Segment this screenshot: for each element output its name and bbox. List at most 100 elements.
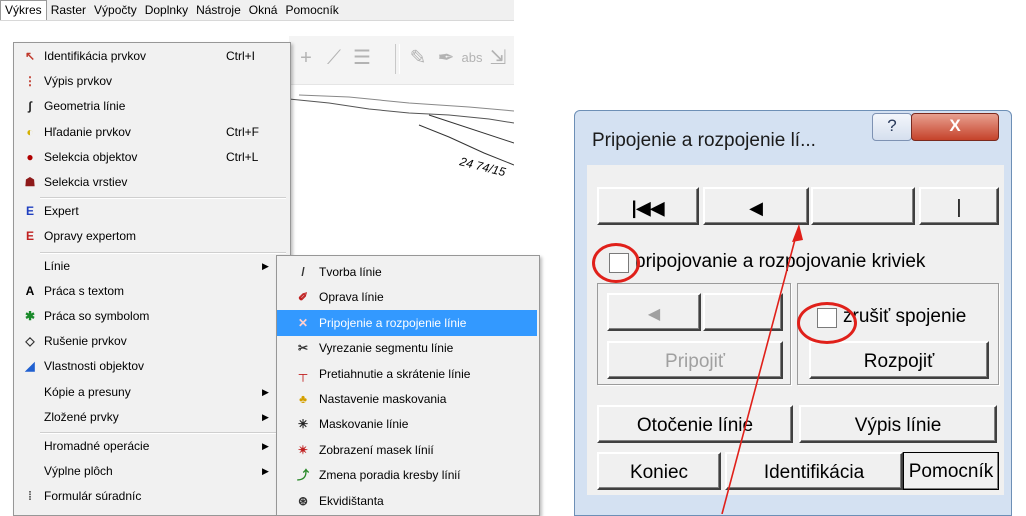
menu-separator bbox=[40, 197, 286, 200]
attach-prev-button[interactable]: ◀ bbox=[607, 293, 701, 331]
menu-item[interactable]: ☗ Selekcia vrstiev bbox=[14, 171, 288, 193]
menu-item[interactable]: Výplne plôch ▶ bbox=[14, 460, 288, 482]
menu-item[interactable]: ◐ Hľadanie prvkov Ctrl+F bbox=[14, 121, 288, 143]
menu-item-label: Práca so symbolom bbox=[44, 309, 150, 323]
repair-line-icon: ✐ bbox=[297, 290, 309, 305]
skip-start-icon: |◀◀ bbox=[631, 198, 665, 218]
submenu-item-label: Zmena poradia kresby línií bbox=[319, 468, 461, 483]
crosshair-tool-icon[interactable]: + bbox=[293, 44, 319, 72]
menu-item[interactable]: ⁞ Formulár súradníc bbox=[14, 485, 288, 507]
menu-item[interactable]: Línie ▶ bbox=[14, 255, 288, 277]
first-vertex-button[interactable]: |◀◀ bbox=[597, 187, 699, 225]
expert-repair-icon: E bbox=[25, 229, 34, 244]
layers-tool-icon[interactable]: ☰ bbox=[349, 44, 375, 72]
text-tool-icon[interactable]: abs bbox=[459, 44, 485, 72]
equidistant-icon: ⊛ bbox=[297, 493, 309, 508]
parcel-number-label: 24 74/15 bbox=[457, 154, 507, 179]
submenu-item-label: Maskovanie línie bbox=[319, 417, 409, 432]
next-vertex-button[interactable] bbox=[811, 187, 915, 225]
menu-separator bbox=[40, 432, 286, 434]
object-properties-icon: ◢ bbox=[25, 359, 35, 374]
menu-item[interactable]: ✱ Práca so symbolom bbox=[14, 305, 288, 327]
mask-settings-icon: ♣ bbox=[299, 392, 307, 406]
menu-item-label: Formulár súradníc bbox=[44, 489, 142, 504]
submenu-item[interactable]: ✐ Oprava línie bbox=[277, 284, 537, 310]
toolbar: + ⟋ ☰ ✎ ✒ abs ⇲ bbox=[289, 36, 514, 86]
coordinates-form-icon: ⁞ bbox=[28, 489, 32, 504]
submenu-item[interactable]: ⊛ Ekvidištanta bbox=[277, 488, 537, 514]
submenu-arrow-icon: ▶ bbox=[262, 386, 269, 397]
select-objects-icon: ● bbox=[26, 149, 34, 164]
toolbar-separator bbox=[395, 44, 400, 74]
menu-item[interactable]: E Expert bbox=[14, 200, 288, 222]
menu-1[interactable]: Raster bbox=[47, 1, 90, 19]
menu-item[interactable]: Zložené prvky ▶ bbox=[14, 406, 288, 428]
annotation-arrow bbox=[721, 224, 803, 514]
menu-item-label: Selekcia objektov bbox=[44, 149, 138, 164]
menu-item-label: Vlastnosti objektov bbox=[44, 359, 145, 374]
menu-item-label: Línie bbox=[44, 258, 71, 273]
menu-item[interactable]: ⋮ Výpis prvkov bbox=[14, 70, 288, 92]
submenu-item[interactable]: / Tvorba línie bbox=[277, 259, 537, 285]
submenu-arrow-icon: ▶ bbox=[262, 466, 269, 477]
eraser-icon: ◇ bbox=[25, 334, 35, 349]
annotation-circle bbox=[592, 243, 640, 283]
menu-item-label: Práca s textom bbox=[44, 283, 125, 298]
last-vertex-button[interactable]: | bbox=[919, 187, 999, 225]
menu-6[interactable]: Pomocník bbox=[281, 1, 342, 19]
help-button[interactable]: ? bbox=[872, 113, 912, 141]
menu-shortcut: Ctrl+F bbox=[226, 124, 259, 139]
submenu-item[interactable]: ⤴ Zmena poradia kresby línií bbox=[277, 462, 537, 488]
menu-item-label: Hromadné operácie bbox=[44, 439, 150, 453]
submenu-item[interactable]: ✂ Vyrezanie segmentu línie bbox=[277, 335, 537, 361]
submenu-item[interactable]: ✴ Zobrazení masek línií bbox=[277, 437, 537, 463]
menu-item[interactable]: A Práca s textom bbox=[14, 280, 288, 302]
submenu-item[interactable]: ✕ Pripojenie a rozpojenie línie bbox=[277, 309, 537, 336]
submenu-item-label: Oprava línie bbox=[319, 290, 384, 305]
connect-line-icon: ✕ bbox=[297, 315, 309, 330]
drawing-svg: 24 74/15 bbox=[288, 94, 515, 179]
menu-item-label: Výpis prvkov bbox=[44, 74, 113, 89]
drawing-canvas[interactable]: 24 74/15 bbox=[288, 84, 515, 255]
menu-2[interactable]: Výpočty bbox=[90, 1, 141, 19]
menu-4[interactable]: Nástroje bbox=[192, 1, 245, 19]
line-geometry-icon: ∫ bbox=[28, 99, 32, 114]
move-tool-icon[interactable]: ⇲ bbox=[485, 44, 511, 72]
menu-shortcut: Ctrl+I bbox=[226, 49, 256, 63]
arrow-left-icon: ◀ bbox=[647, 306, 661, 323]
menu-item[interactable]: Hromadné operácie ▶ bbox=[14, 435, 288, 457]
menu-item[interactable]: ∫ Geometria línie bbox=[14, 95, 288, 117]
menu-item[interactable]: ● Selekcia objektov Ctrl+L bbox=[14, 146, 288, 168]
pen-tool-icon[interactable]: ✒ bbox=[433, 44, 459, 72]
submenu-item-label: Pretiahnutie a skrátenie línie bbox=[319, 366, 471, 381]
menu-item-label: Zložené prvky bbox=[44, 409, 119, 424]
menu-item[interactable]: ↖ Identifikácia prvkov Ctrl+I bbox=[14, 45, 288, 67]
menu-item[interactable]: ◢ Vlastnosti objektov bbox=[14, 355, 288, 377]
menu-separator bbox=[40, 251, 286, 254]
hatch-tool-icon[interactable]: ⟋ bbox=[321, 44, 347, 72]
menu-3[interactable]: Doplnky bbox=[141, 1, 192, 19]
cancel-connection-label: zrušiť spojenie bbox=[843, 306, 967, 327]
edit-tool-icon[interactable]: ✎ bbox=[405, 44, 431, 72]
submenu-item[interactable]: ┬ Pretiahnutie a skrátenie línie bbox=[277, 361, 537, 387]
submenu-item[interactable]: ✳ Maskovanie línie bbox=[277, 411, 537, 437]
submenu-item-label: Zobrazení masek línií bbox=[319, 442, 434, 457]
list-icon: ⋮ bbox=[24, 74, 36, 89]
submenu-arrow-icon: ▶ bbox=[262, 260, 269, 271]
line-listing-button[interactable]: Výpis línie bbox=[799, 405, 997, 443]
text-icon: A bbox=[25, 283, 35, 298]
menu-item[interactable]: ◇ Rušenie prvkov bbox=[14, 330, 288, 352]
cut-segment-icon: ✂ bbox=[297, 341, 309, 356]
menu-item-label: Geometria línie bbox=[44, 99, 126, 114]
help-dialog-button[interactable]: Pomocník bbox=[903, 452, 999, 490]
submenu-item[interactable]: ♣ Nastavenie maskovania bbox=[277, 386, 537, 412]
menu-item[interactable]: Kópie a presuny ▶ bbox=[14, 381, 288, 403]
arrow-left-icon: ◀ bbox=[749, 198, 763, 218]
detach-button[interactable]: Rozpojiť bbox=[809, 341, 989, 379]
submenu-item-label: Ekvidištanta bbox=[319, 493, 384, 508]
menu-item[interactable]: E Opravy expertom bbox=[14, 225, 288, 247]
menu-0[interactable]: Výkres bbox=[0, 0, 47, 20]
lines-submenu: / Tvorba línie ✐ Oprava línie ✕ Pripojenie a … bbox=[276, 255, 540, 516]
close-button[interactable]: X bbox=[911, 113, 999, 141]
menu-5[interactable]: Okná bbox=[245, 1, 282, 19]
